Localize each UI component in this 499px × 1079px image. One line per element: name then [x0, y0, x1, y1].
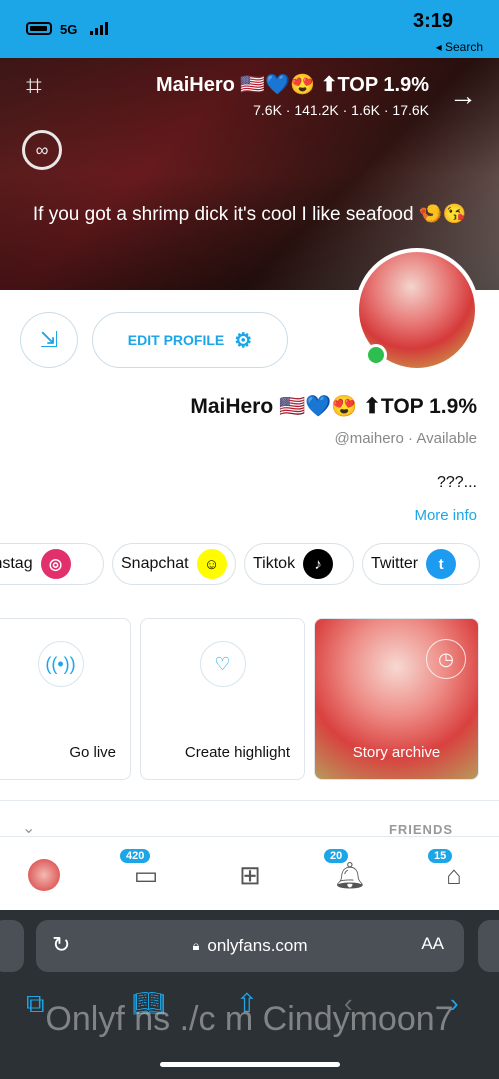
lock-icon: 🔒︎: [192, 938, 200, 953]
social-chip-tiktok[interactable]: Tiktok ♪: [244, 543, 354, 585]
gear-icon: ⚙: [234, 329, 253, 352]
tiktok-icon: ♪: [303, 549, 334, 579]
home-indicator: [160, 1062, 340, 1067]
browser-chrome: 🔒︎ onlyfans.com ↻ AA › ‹ ⇧ 📖︎ ⧉: [0, 910, 499, 1079]
social-chip-snapchat[interactable]: Snapchat ☺: [112, 543, 236, 585]
bell-icon: 🔔︎: [333, 859, 367, 890]
story-archive-card[interactable]: ◷ Story archive: [314, 618, 479, 780]
friends-heading: FRIENDS: [388, 822, 453, 837]
notifications-nav-button[interactable]: 🔔︎ 20: [324, 849, 370, 895]
social-label: Snapchat: [121, 555, 189, 572]
cover-quote: If you got a shrimp dick it's cool I lik…: [32, 204, 467, 225]
back-to-search[interactable]: ◂ Search: [436, 40, 483, 54]
share-icon: ⇲: [39, 327, 59, 352]
divider: [0, 800, 499, 801]
plus-square-icon: ⊞: [239, 859, 261, 890]
social-chip-twitter[interactable]: Twitter t: [362, 543, 480, 585]
signal-icon: [90, 22, 108, 35]
share-button[interactable]: ⇲: [20, 312, 78, 368]
tab-stub-right[interactable]: [478, 920, 499, 972]
add-post-button[interactable]: ⊞: [230, 855, 270, 895]
timer-icon[interactable]: ∞: [22, 130, 62, 170]
battery-icon: [26, 22, 52, 35]
broadcast-icon: ((•)): [37, 641, 84, 687]
home-badge: 15: [428, 849, 453, 863]
profile-handle[interactable]: @maihero · Available: [334, 430, 477, 447]
home-icon: ⌂: [446, 859, 462, 890]
tab-stub-left[interactable]: [0, 920, 24, 972]
network-label: 5G: [60, 22, 78, 37]
chevron-down-icon[interactable]: ⌄: [22, 818, 35, 838]
social-chip-instagram[interactable]: Instag ◎: [0, 543, 104, 585]
messages-nav-button[interactable]: ▭ 420: [120, 849, 166, 895]
card-label: Story archive: [352, 744, 441, 761]
reload-icon[interactable]: ↻: [52, 932, 70, 958]
card-label: Go live: [69, 744, 116, 761]
notif-badge: 20: [324, 849, 349, 863]
url-text: onlyfans.com: [207, 936, 308, 955]
status-bar: 3:19 ◂ Search 5G: [0, 0, 499, 58]
home-nav-button[interactable]: ⌂ 15: [428, 849, 474, 895]
social-label: Instag: [0, 555, 33, 572]
edit-profile-button[interactable]: EDIT PROFILE ⚙: [92, 312, 288, 368]
social-label: Twitter: [371, 555, 419, 572]
card-label: Create highlight: [184, 744, 290, 761]
profile-bio: ???...: [436, 474, 477, 491]
snapchat-icon: ☺: [196, 549, 227, 579]
arrow-right-icon[interactable]: →: [449, 80, 477, 112]
reader-aa-button[interactable]: AA: [421, 934, 444, 954]
bottom-nav: ⌂ 15 🔔︎ 20 ⊞ ▭ 420: [0, 836, 499, 911]
social-label: Tiktok: [253, 555, 296, 572]
more-info-link[interactable]: More info: [414, 507, 477, 524]
highlight-icon: ♡: [199, 641, 246, 687]
status-time: 3:19: [412, 10, 453, 32]
instagram-icon: ◎: [40, 549, 71, 579]
clock-icon: ◷: [426, 639, 466, 679]
crop-icon[interactable]: ⌗: [26, 70, 42, 103]
twitter-icon: t: [426, 549, 457, 579]
message-icon: ▭: [133, 859, 159, 890]
msg-badge: 420: [120, 849, 151, 863]
profile-name: MaiHero 🇺🇸💙😍 ⬆TOP 1.9%: [190, 395, 477, 418]
watermark-text: Onlyf ns ./c m Cindymoon7: [45, 1000, 454, 1038]
address-bar[interactable]: 🔒︎ onlyfans.com ↻ AA: [36, 920, 464, 972]
create-highlight-card[interactable]: ♡ Create highlight: [140, 618, 305, 780]
cover-title: MaiHero 🇺🇸💙😍 ⬆TOP 1.9%: [155, 74, 429, 96]
edit-profile-label: EDIT PROFILE: [127, 332, 225, 348]
cover-stats: 7.6K · 141.2K · 1.6K · 17.6K: [253, 102, 429, 118]
go-live-card[interactable]: ((•)) Go live: [0, 618, 131, 780]
online-indicator: [365, 344, 387, 366]
profile-nav-avatar[interactable]: [28, 859, 60, 891]
